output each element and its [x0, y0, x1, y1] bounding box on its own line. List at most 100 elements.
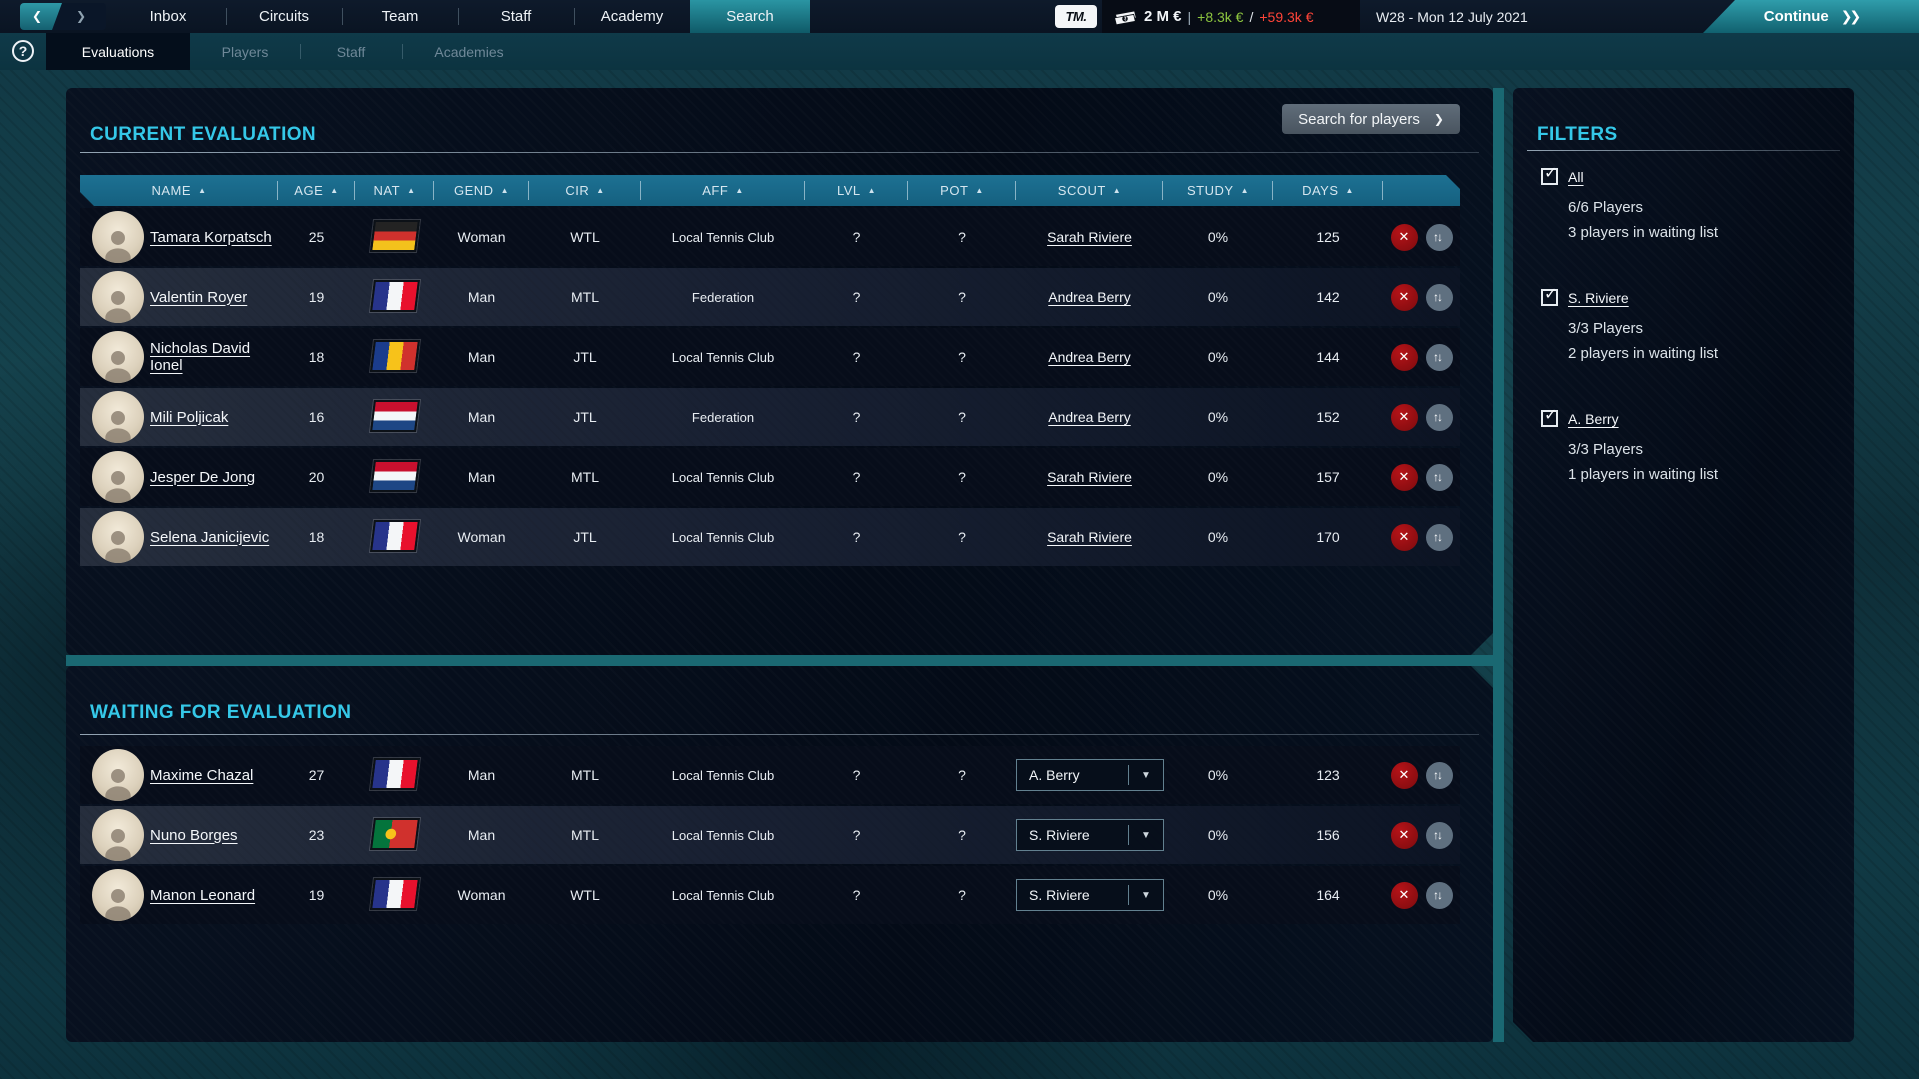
column-header-nat[interactable]: NAT▲	[355, 175, 434, 206]
swap-priority-button[interactable]: ↑↓	[1426, 464, 1453, 491]
player-potential: ?	[908, 229, 1016, 245]
cancel-evaluation-button[interactable]: ✕	[1391, 882, 1418, 909]
column-header-aff[interactable]: AFF▲	[641, 175, 805, 206]
filter-label-link[interactable]: A. Berry	[1568, 411, 1619, 427]
continue-button[interactable]: Continue ❯❯	[1703, 0, 1919, 33]
balance-amount: 2 M €	[1144, 8, 1182, 25]
scout-link[interactable]: Sarah Riviere	[1047, 229, 1132, 245]
table-row: Maxime Chazal 27 Man MTL Local Tennis Cl…	[80, 746, 1460, 804]
swap-priority-button[interactable]: ↑↓	[1426, 524, 1453, 551]
player-name-link[interactable]: Maxime Chazal	[150, 767, 253, 784]
scout-link[interactable]: Sarah Riviere	[1047, 529, 1132, 545]
column-header-gend[interactable]: GEND▲	[434, 175, 529, 206]
table-row: Valentin Royer 19 Man MTL Federation ? ?…	[80, 268, 1460, 326]
cancel-evaluation-button[interactable]: ✕	[1391, 404, 1418, 431]
nationality-flag-icon	[370, 878, 420, 910]
player-name-link[interactable]: Selena Janicijevic	[150, 529, 269, 546]
player-age: 18	[278, 349, 355, 365]
column-header-scout[interactable]: SCOUT▲	[1016, 175, 1163, 206]
swap-priority-button[interactable]: ↑↓	[1426, 882, 1453, 909]
filter-checkbox[interactable]: ✓	[1541, 410, 1558, 427]
table-row: Tamara Korpatsch 25 Woman WTL Local Tenn…	[80, 208, 1460, 266]
player-circuit: WTL	[529, 887, 641, 903]
scout-link[interactable]: Andrea Berry	[1048, 409, 1130, 425]
column-header-days[interactable]: DAYS▲	[1273, 175, 1383, 206]
tab-staff[interactable]: Staff	[300, 33, 402, 70]
nav-team[interactable]: Team	[342, 0, 458, 33]
divider	[1527, 150, 1840, 151]
accent-strip-horizontal	[66, 655, 1493, 666]
double-chevron-icon: ❯❯	[1841, 8, 1858, 25]
search-for-players-button[interactable]: Search for players ❯	[1282, 104, 1460, 134]
player-name-link[interactable]: Jesper De Jong	[150, 469, 255, 486]
help-icon[interactable]: ?	[12, 40, 34, 62]
scout-dropdown-value: S. Riviere	[1017, 887, 1128, 903]
player-name-link[interactable]: Valentin Royer	[150, 289, 247, 306]
swap-priority-button[interactable]: ↑↓	[1426, 822, 1453, 849]
column-header-age[interactable]: AGE▲	[278, 175, 355, 206]
study-progress: 0%	[1163, 229, 1273, 245]
scout-link[interactable]: Sarah Riviere	[1047, 469, 1132, 485]
tab-players[interactable]: Players	[190, 33, 300, 70]
swap-priority-button[interactable]: ↑↓	[1426, 404, 1453, 431]
filter-checkbox[interactable]: ✓	[1541, 168, 1558, 185]
player-name-link[interactable]: Manon Leonard	[150, 887, 255, 904]
cancel-evaluation-button[interactable]: ✕	[1391, 284, 1418, 311]
nav-search[interactable]: Search	[690, 0, 810, 33]
days-count: 152	[1273, 409, 1383, 425]
player-circuit: MTL	[529, 289, 641, 305]
back-chevron-icon[interactable]: ❮	[32, 9, 42, 23]
player-name-link[interactable]: Nuno Borges	[150, 827, 238, 844]
table-row: Selena Janicijevic 18 Woman JTL Local Te…	[80, 508, 1460, 566]
player-avatar	[92, 511, 144, 563]
column-header-pot[interactable]: POT▲	[908, 175, 1016, 206]
tab-academies[interactable]: Academies	[402, 33, 536, 70]
player-level: ?	[805, 469, 908, 485]
player-level: ?	[805, 229, 908, 245]
scout-link[interactable]: Andrea Berry	[1048, 349, 1130, 365]
scout-dropdown[interactable]: S. Riviere ▼	[1016, 879, 1164, 911]
column-header-lvl[interactable]: LVL▲	[805, 175, 908, 206]
player-circuit: JTL	[529, 409, 641, 425]
study-progress: 0%	[1163, 529, 1273, 545]
player-gender: Man	[434, 349, 529, 365]
filter-label-link[interactable]: All	[1568, 169, 1584, 185]
cancel-evaluation-button[interactable]: ✕	[1391, 224, 1418, 251]
table-row: Nicholas David Ionel 18 Man JTL Local Te…	[80, 328, 1460, 386]
scout-dropdown[interactable]: A. Berry ▼	[1016, 759, 1164, 791]
player-name-link[interactable]: Mili Poljicak	[150, 409, 228, 426]
swap-priority-button[interactable]: ↑↓	[1426, 344, 1453, 371]
swap-priority-button[interactable]: ↑↓	[1426, 284, 1453, 311]
nav-circuits[interactable]: Circuits	[226, 0, 342, 33]
up-down-arrows-icon: ↑↓	[1433, 230, 1441, 244]
cancel-evaluation-button[interactable]: ✕	[1391, 762, 1418, 789]
nationality-flag-icon	[370, 460, 420, 492]
player-name-link[interactable]: Nicholas David Ionel	[150, 340, 250, 374]
column-header-study[interactable]: STUDY▲	[1163, 175, 1273, 206]
scout-dropdown[interactable]: S. Riviere ▼	[1016, 819, 1164, 851]
current-evaluation-title: CURRENT EVALUATION	[90, 124, 316, 146]
weekly-expense: +59.3k €	[1259, 9, 1313, 25]
days-count: 144	[1273, 349, 1383, 365]
divider	[80, 152, 1479, 153]
player-avatar	[92, 331, 144, 383]
cancel-evaluation-button[interactable]: ✕	[1391, 464, 1418, 491]
scout-link[interactable]: Andrea Berry	[1048, 289, 1130, 305]
forward-chevron-icon[interactable]: ❯	[76, 9, 86, 23]
player-age: 19	[278, 887, 355, 903]
swap-priority-button[interactable]: ↑↓	[1426, 762, 1453, 789]
swap-priority-button[interactable]: ↑↓	[1426, 224, 1453, 251]
cancel-evaluation-button[interactable]: ✕	[1391, 524, 1418, 551]
nav-staff[interactable]: Staff	[458, 0, 574, 33]
cancel-evaluation-button[interactable]: ✕	[1391, 344, 1418, 371]
filter-checkbox[interactable]: ✓	[1541, 289, 1558, 306]
nav-academy[interactable]: Academy	[574, 0, 690, 33]
tab-evaluations[interactable]: Evaluations	[46, 33, 190, 70]
column-header-cir[interactable]: CIR▲	[529, 175, 641, 206]
player-gender: Man	[434, 827, 529, 843]
column-header-name[interactable]: NAME▲	[80, 175, 278, 206]
player-name-link[interactable]: Tamara Korpatsch	[150, 229, 272, 246]
filter-label-link[interactable]: S. Riviere	[1568, 290, 1629, 306]
nav-inbox[interactable]: Inbox	[110, 0, 226, 33]
cancel-evaluation-button[interactable]: ✕	[1391, 822, 1418, 849]
